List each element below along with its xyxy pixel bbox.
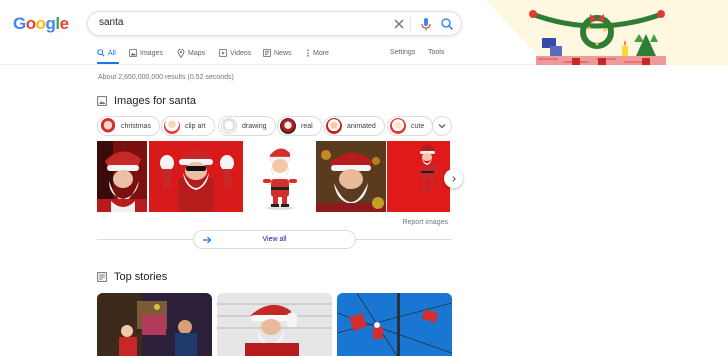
news-icon bbox=[263, 49, 271, 57]
google-logo[interactable]: Google bbox=[13, 14, 69, 34]
divider bbox=[410, 17, 411, 31]
view-all-label: View all bbox=[262, 236, 287, 243]
images-next-button[interactable] bbox=[444, 169, 463, 188]
story-image bbox=[217, 293, 332, 356]
image-result[interactable] bbox=[149, 141, 243, 212]
tab-news[interactable]: News bbox=[263, 49, 292, 57]
news-icon bbox=[97, 272, 107, 282]
top-stories-header: Top stories bbox=[97, 271, 167, 283]
tab-label: All bbox=[108, 49, 116, 57]
tab-label: Maps bbox=[188, 50, 206, 57]
result-stats: About 2,650,000,000 results (0.52 second… bbox=[98, 74, 234, 81]
chip-drawing[interactable]: drawing bbox=[218, 116, 276, 136]
chip-thumbnail bbox=[221, 118, 237, 134]
settings-label: Settings bbox=[390, 49, 416, 56]
tab-all[interactable]: All bbox=[97, 49, 116, 57]
images-section-title: Images for santa bbox=[114, 95, 196, 107]
top-stories-title: Top stories bbox=[114, 271, 168, 283]
view-all-button[interactable]: View all bbox=[193, 230, 356, 249]
clear-icon[interactable] bbox=[391, 16, 407, 32]
search-box[interactable]: santa bbox=[87, 11, 462, 36]
story-image bbox=[97, 293, 212, 356]
image-result[interactable] bbox=[387, 141, 450, 212]
image-result[interactable] bbox=[244, 141, 315, 212]
holiday-doodle[interactable] bbox=[486, 0, 728, 74]
story-card[interactable] bbox=[337, 293, 452, 356]
chip-clip-art[interactable]: clip art bbox=[161, 116, 215, 136]
search-input[interactable]: santa bbox=[99, 17, 123, 28]
chip-christmas[interactable]: christmas bbox=[97, 116, 160, 136]
logo-letter: e bbox=[59, 14, 69, 33]
search-icon bbox=[97, 49, 105, 57]
logo-letter: o bbox=[35, 14, 46, 33]
chip-label: christmas bbox=[121, 122, 151, 130]
tools-link[interactable]: Tools bbox=[428, 49, 444, 56]
image-icon bbox=[129, 49, 137, 57]
chip-label: cute bbox=[411, 122, 425, 130]
chevron-down-icon bbox=[438, 124, 446, 129]
more-vertical-icon bbox=[307, 49, 309, 57]
story-card[interactable] bbox=[217, 293, 332, 356]
chip-thumbnail bbox=[164, 118, 180, 134]
microphone-icon[interactable] bbox=[418, 16, 434, 32]
chips-expand-button[interactable] bbox=[432, 116, 452, 136]
image-result[interactable] bbox=[316, 141, 386, 212]
story-card[interactable] bbox=[97, 293, 212, 356]
logo-letter: o bbox=[25, 14, 36, 33]
story-image bbox=[337, 293, 452, 356]
play-icon bbox=[219, 49, 227, 57]
tools-label: Tools bbox=[428, 49, 445, 56]
image-result[interactable] bbox=[97, 141, 147, 212]
report-images-link[interactable]: Report images bbox=[402, 219, 448, 226]
chip-label: real bbox=[301, 122, 313, 130]
chip-thumbnail bbox=[326, 118, 342, 134]
santa-image bbox=[97, 141, 147, 212]
tab-images[interactable]: Images bbox=[129, 49, 163, 57]
chip-real[interactable]: real bbox=[277, 116, 322, 136]
santa-image bbox=[387, 141, 450, 212]
santa-image bbox=[316, 141, 386, 212]
chip-thumbnail bbox=[280, 118, 296, 134]
chip-thumbnail bbox=[100, 118, 116, 134]
tab-label: Videos bbox=[230, 49, 252, 57]
divider bbox=[356, 239, 452, 240]
tab-videos[interactable]: Videos bbox=[219, 49, 251, 57]
chip-animated[interactable]: animated bbox=[323, 116, 385, 136]
fireplace-doodle-image bbox=[486, 0, 728, 74]
chevron-right-icon bbox=[451, 175, 456, 182]
divider bbox=[97, 239, 193, 240]
tab-label: Images bbox=[140, 49, 163, 57]
images-section-header: Images for santa bbox=[97, 95, 196, 107]
logo-letter: G bbox=[13, 14, 26, 33]
image-icon bbox=[97, 96, 107, 106]
map-pin-icon bbox=[177, 49, 185, 58]
chip-label: animated bbox=[347, 122, 376, 130]
chip-thumbnail bbox=[390, 118, 406, 134]
tab-more[interactable]: More bbox=[306, 49, 329, 57]
tab-maps[interactable]: Maps bbox=[177, 49, 205, 58]
tab-label: News bbox=[274, 49, 292, 57]
santa-image bbox=[149, 141, 243, 212]
logo-letter: g bbox=[45, 14, 56, 33]
chip-label: clip art bbox=[185, 122, 206, 130]
tab-label: More bbox=[313, 49, 329, 57]
settings-link[interactable]: Settings bbox=[390, 49, 415, 56]
search-icon[interactable] bbox=[439, 16, 455, 32]
chip-cute[interactable]: cute bbox=[387, 116, 434, 136]
santa-image bbox=[244, 141, 315, 212]
chip-label: drawing bbox=[242, 122, 267, 130]
